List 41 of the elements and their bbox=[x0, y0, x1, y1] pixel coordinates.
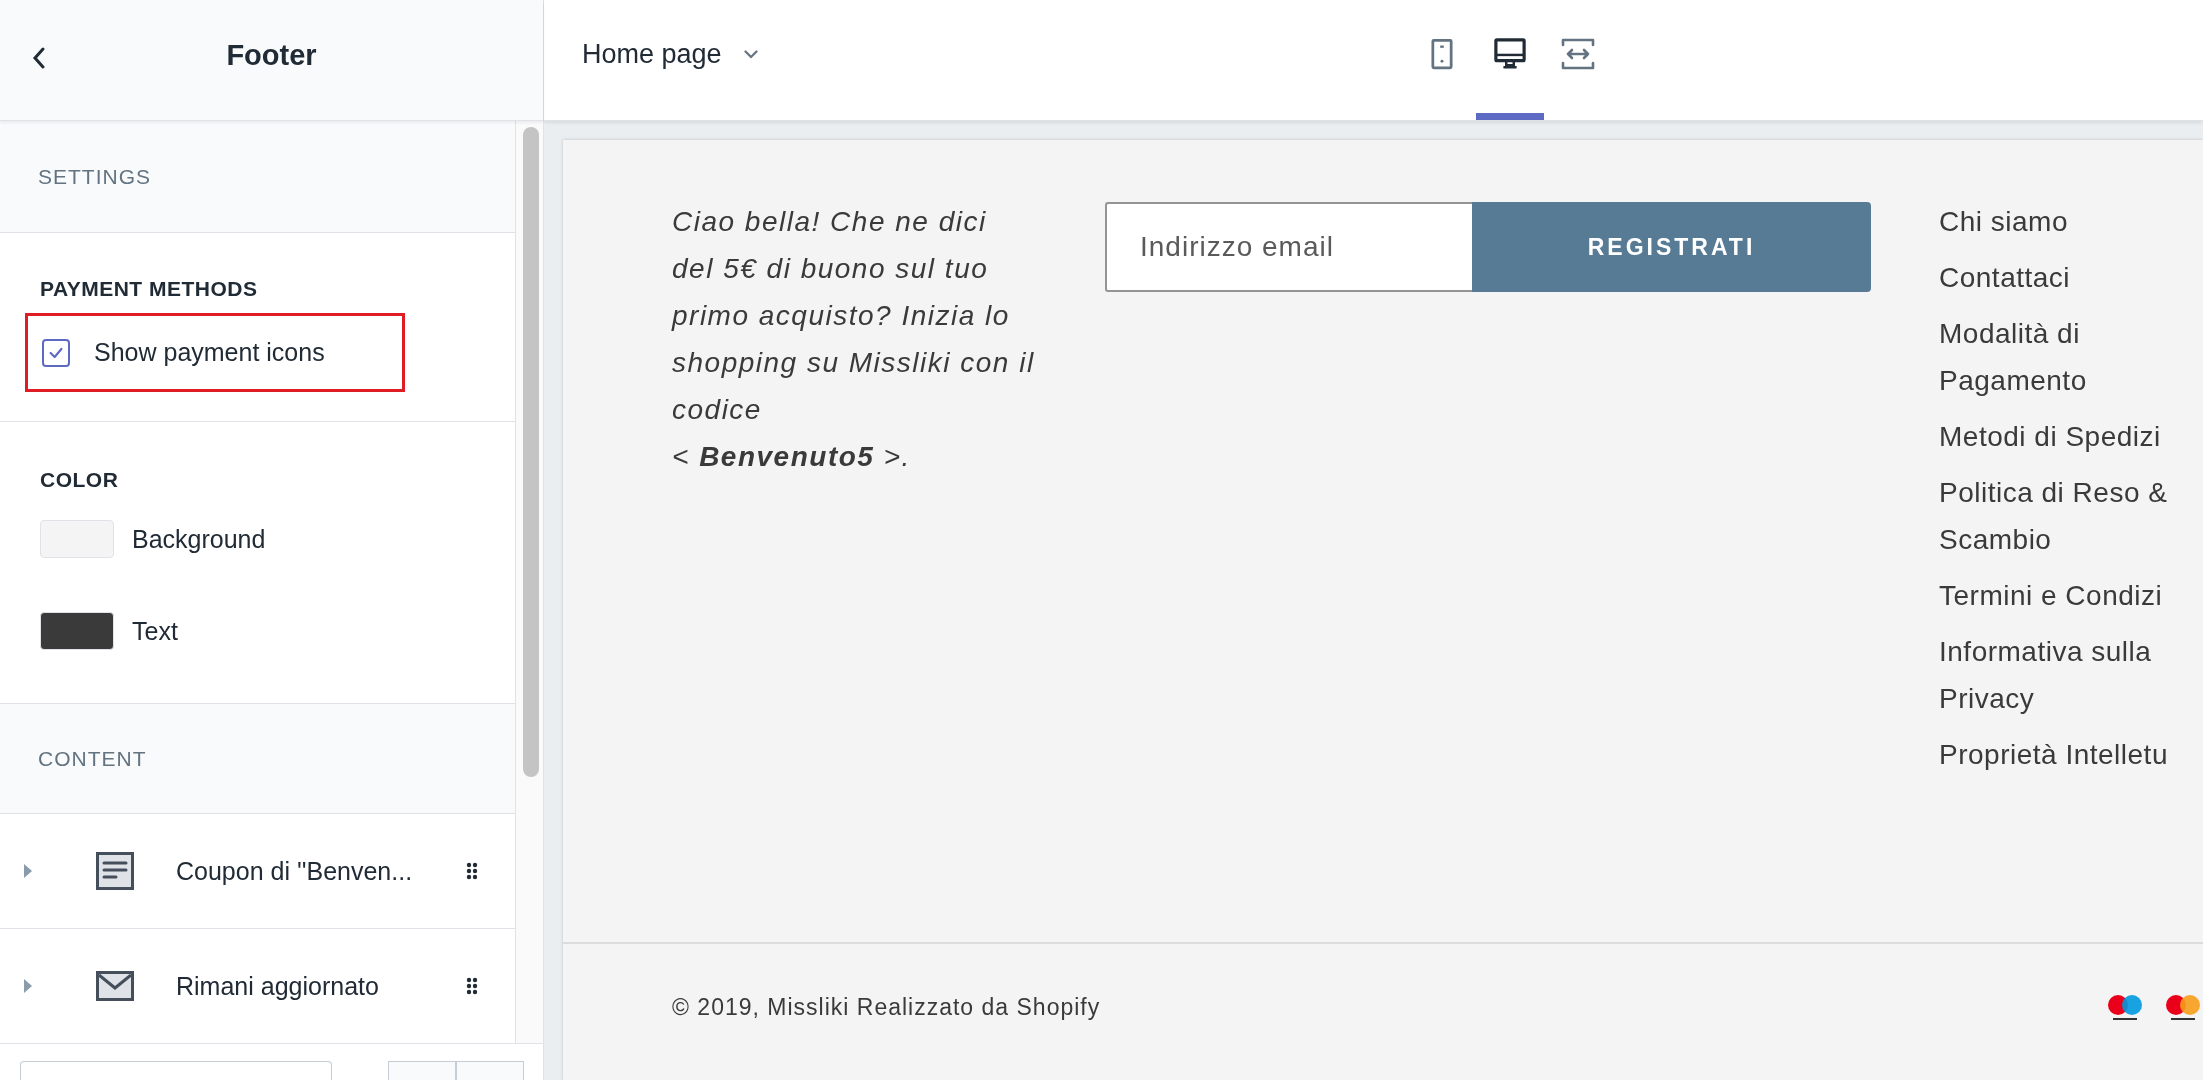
content-block[interactable]: Coupon di ''Benven... bbox=[0, 814, 515, 929]
promo-message: Ciao bella! Che ne dici del 5€ di buono sul tuo primo acquisto? Inizia lo shopping su Missliki con il codice < Benvenuto5 >. bbox=[672, 205, 1036, 474]
drag-handle-icon[interactable] bbox=[466, 977, 478, 995]
section-heading: PAYMENT METHODS bbox=[40, 277, 259, 301]
color-swatch[interactable] bbox=[40, 520, 114, 558]
caret-icon[interactable] bbox=[24, 979, 32, 993]
envelope-icon bbox=[96, 971, 134, 1001]
copyright-text: © 2019, Missliki Realizzato da Shopify bbox=[672, 993, 1101, 1021]
panel-title: Footer bbox=[226, 38, 317, 72]
footer-link[interactable]: Informativa sulla Privacy bbox=[1939, 628, 2201, 722]
expand-width-icon bbox=[1560, 37, 1595, 70]
content-block[interactable]: Rimani aggiornato bbox=[0, 929, 515, 1043]
back-icon[interactable] bbox=[32, 47, 46, 69]
drag-handle-icon[interactable] bbox=[466, 862, 478, 880]
tablet-icon bbox=[1430, 37, 1453, 70]
email-field[interactable]: Indirizzo email bbox=[1105, 202, 1472, 292]
section-heading: CONTENT bbox=[38, 746, 147, 771]
footer-link[interactable]: Modalità di Pagamento bbox=[1939, 310, 2201, 404]
footer-link[interactable]: Contattaci bbox=[1939, 254, 2201, 301]
payment-card-icon bbox=[2163, 993, 2203, 1021]
color-swatch[interactable] bbox=[40, 612, 114, 650]
footer-link[interactable]: Metodi di Spedizi bbox=[1939, 413, 2201, 460]
color-label: Text bbox=[132, 616, 178, 646]
chevron-down-icon bbox=[743, 49, 758, 59]
footer-link[interactable]: Politica di Reso & Scambio bbox=[1939, 469, 2201, 563]
caret-icon[interactable] bbox=[24, 864, 32, 878]
section-heading: COLOR bbox=[40, 468, 120, 492]
scrollbar-thumb[interactable] bbox=[523, 127, 539, 777]
text-block-icon bbox=[96, 852, 134, 890]
footer-link[interactable]: Chi siamo bbox=[1939, 198, 2201, 245]
page-selector[interactable]: Home page bbox=[582, 38, 758, 70]
section-heading: SETTINGS bbox=[38, 164, 151, 189]
checkbox-label: Show payment icons bbox=[94, 338, 325, 367]
color-label: Background bbox=[132, 524, 266, 554]
subscribe-button[interactable]: REGISTRATI bbox=[1472, 202, 1871, 292]
input-field[interactable] bbox=[20, 1061, 332, 1080]
checkbox[interactable] bbox=[42, 338, 70, 367]
monitor-icon bbox=[1493, 37, 1526, 70]
footer-link[interactable]: Proprietà Intelletu bbox=[1939, 731, 2201, 778]
footer-link[interactable]: Termini e Condizi bbox=[1939, 572, 2201, 619]
payment-card-icon bbox=[2105, 993, 2145, 1021]
